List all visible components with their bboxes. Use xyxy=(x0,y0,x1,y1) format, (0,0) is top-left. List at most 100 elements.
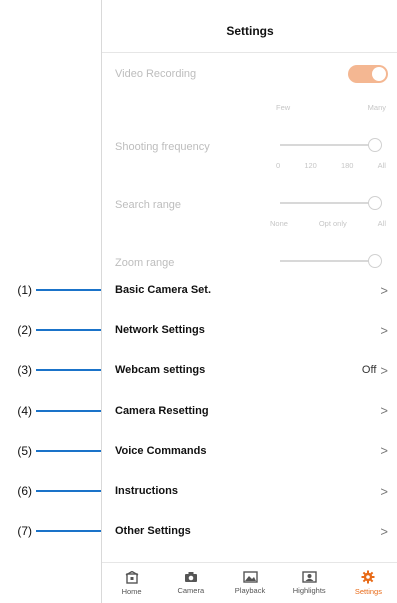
callout-line xyxy=(36,409,110,412)
callout-line xyxy=(36,329,110,332)
image-icon xyxy=(242,571,258,583)
tick-label: All xyxy=(377,161,386,170)
menu-item-right: > xyxy=(380,524,388,539)
tab-label: Highlights xyxy=(292,586,326,595)
tab-label: Home xyxy=(121,586,142,596)
menu-item-label: Instructions xyxy=(115,485,178,498)
zoom-range-label: Zoom range xyxy=(115,257,175,269)
callout-number: (4) xyxy=(17,403,32,418)
callout-number: (7) xyxy=(17,524,32,539)
zoom-range-ticks: None Opt only All xyxy=(270,219,386,228)
chevron-right-icon: > xyxy=(380,523,388,539)
callout-line xyxy=(36,369,110,372)
menu-item-webcam-settings[interactable]: Webcam settings Off > xyxy=(102,350,397,390)
menu-item-label: Webcam settings xyxy=(115,364,206,377)
disabled-settings-block: Video Recording Few Many Shooting freque… xyxy=(102,53,397,269)
menu-item-basic-camera-settings[interactable]: Basic Camera Set. > xyxy=(102,270,397,310)
menu-item-camera-resetting[interactable]: Camera Resetting > xyxy=(102,391,397,431)
menu-item-voice-commands[interactable]: Voice Commands > xyxy=(102,431,397,471)
tab-highlights[interactable]: Highlights xyxy=(280,563,339,603)
tab-camera[interactable]: Camera xyxy=(161,563,220,603)
bottom-tab-bar: Home Camera Playback Highlights Settings xyxy=(102,562,397,603)
menu-item-label: Camera Resetting xyxy=(115,404,209,417)
menu-item-right: > xyxy=(380,323,388,338)
home-icon xyxy=(125,570,138,584)
callout-number: (5) xyxy=(17,443,32,458)
tab-label: Playback xyxy=(234,586,266,595)
menu-item-label: Voice Commands xyxy=(115,444,207,457)
camera-icon xyxy=(184,572,197,582)
callout-number: (2) xyxy=(17,323,32,338)
chevron-right-icon: > xyxy=(380,282,388,298)
slider-track xyxy=(280,260,376,262)
menu-item-right: > xyxy=(380,484,388,499)
callout-2: (2) xyxy=(0,310,110,350)
highlights-icon xyxy=(302,571,317,583)
shooting-frequency-row: Few Many Shooting frequency xyxy=(102,103,397,161)
page-title: Settings xyxy=(102,9,397,53)
callout-5: (5) xyxy=(0,431,110,471)
menu-item-right: > xyxy=(380,443,388,458)
tab-home[interactable]: Home xyxy=(102,563,161,603)
tick-label: Many xyxy=(367,103,386,112)
callout-annotations: (1) (2) (3) (4) (5) (6) (7) xyxy=(0,270,110,551)
zoom-range-slider-thumb[interactable] xyxy=(368,254,382,268)
tab-settings[interactable]: Settings xyxy=(339,563,397,603)
callout-3: (3) xyxy=(0,350,110,390)
tab-playback[interactable]: Playback xyxy=(220,563,279,603)
menu-item-right: Off > xyxy=(362,363,388,378)
shooting-frequency-label: Shooting frequency xyxy=(115,141,210,153)
callout-line xyxy=(36,449,110,452)
tick-label: All xyxy=(377,219,386,228)
video-recording-toggle[interactable] xyxy=(348,65,388,83)
callout-number: (1) xyxy=(17,283,32,298)
chevron-right-icon: > xyxy=(380,483,388,499)
gear-icon xyxy=(361,570,375,584)
chevron-right-icon: > xyxy=(380,403,388,419)
toggle-knob xyxy=(372,67,386,81)
menu-item-network-settings[interactable]: Network Settings > xyxy=(102,310,397,350)
status-bar xyxy=(102,0,397,9)
menu-item-right: > xyxy=(380,403,388,418)
tick-label: Opt only xyxy=(318,219,347,228)
settings-menu-list: Basic Camera Set. > Network Settings > W… xyxy=(102,270,397,551)
chevron-right-icon: > xyxy=(380,362,388,378)
search-range-slider-thumb[interactable] xyxy=(368,196,382,210)
shooting-frequency-slider-thumb[interactable] xyxy=(368,138,382,152)
slider-track xyxy=(280,144,376,146)
menu-item-instructions[interactable]: Instructions > xyxy=(102,471,397,511)
shooting-frequency-ticks: Few Many xyxy=(276,103,386,112)
video-recording-row: Video Recording xyxy=(102,53,397,95)
callout-1: (1) xyxy=(0,270,110,310)
tick-label: 180 xyxy=(340,161,354,170)
tick-label: 120 xyxy=(304,161,317,170)
menu-item-label: Other Settings xyxy=(115,525,191,538)
menu-item-right: > xyxy=(380,283,388,298)
zoom-range-row: None Opt only All Zoom range xyxy=(102,219,397,277)
callout-7: (7) xyxy=(0,511,110,551)
search-range-ticks: 0 120 180 All xyxy=(276,161,386,170)
callout-number: (6) xyxy=(17,484,32,499)
search-range-label: Search range xyxy=(115,199,182,211)
menu-item-label: Network Settings xyxy=(115,324,205,337)
callout-line xyxy=(36,530,110,533)
tick-label: None xyxy=(270,219,288,228)
callout-line xyxy=(36,490,110,493)
tab-label: Camera xyxy=(177,586,205,595)
phone-screen: Settings Video Recording Few Many Shooti… xyxy=(101,0,397,603)
tab-label: Settings xyxy=(354,587,382,596)
search-range-row: 0 120 180 All Search range xyxy=(102,161,397,219)
callout-6: (6) xyxy=(0,471,110,511)
tick-label: 0 xyxy=(276,161,281,170)
slider-track xyxy=(280,202,376,204)
chevron-right-icon: > xyxy=(380,322,388,338)
webcam-status-value: Off xyxy=(361,364,377,377)
callout-line xyxy=(36,289,110,292)
video-recording-label: Video Recording xyxy=(115,68,197,80)
tick-label: Few xyxy=(276,103,291,112)
chevron-right-icon: > xyxy=(380,443,388,459)
menu-item-other-settings[interactable]: Other Settings > xyxy=(102,511,397,551)
callout-4: (4) xyxy=(0,391,110,431)
menu-item-label: Basic Camera Set. xyxy=(115,284,211,297)
callout-number: (3) xyxy=(17,363,32,378)
